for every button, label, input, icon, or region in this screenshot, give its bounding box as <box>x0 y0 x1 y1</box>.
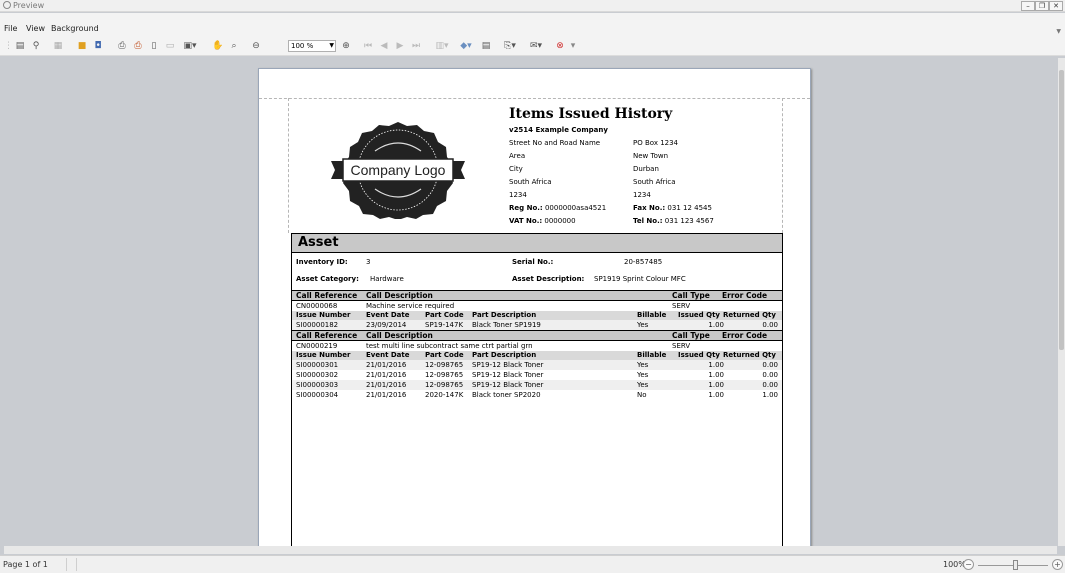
zoom-out-icon[interactable]: ⊖ <box>250 40 262 52</box>
reg-number: Reg No.: 0000000asa4521 <box>509 204 607 212</box>
tel-number: Tel No.: 031 123 4567 <box>633 217 714 225</box>
zoom-out-button[interactable]: − <box>963 559 974 570</box>
printer-icon[interactable]: ⎙ <box>116 40 128 52</box>
call-header: Call Reference Call Description Call Typ… <box>292 330 782 341</box>
category-label: Asset Category: <box>296 275 359 283</box>
inventory-label: Inventory ID: <box>296 258 348 266</box>
save-icon[interactable]: ◘ <box>92 40 104 52</box>
inventory-value: 3 <box>366 258 371 266</box>
description-value: SP1919 Sprint Colour MFC <box>594 275 686 283</box>
status-divider <box>66 558 67 571</box>
binoculars-icon[interactable]: ⚲ <box>30 40 42 52</box>
quick-print-icon[interactable]: ⎙ <box>132 40 144 52</box>
zoom-slider-thumb[interactable] <box>1013 560 1018 570</box>
toc-icon[interactable]: ▤ <box>14 40 26 52</box>
asset-row: Inventory ID: 3 Serial No.: 20-857485 <box>292 253 782 270</box>
first-page-icon[interactable]: ⏮ <box>362 40 374 52</box>
table-row: SI00000301 21/01/2016 12-098765 SP19-12 … <box>292 360 782 370</box>
preview-canvas[interactable]: Company Logo Items Issued History v2514 … <box>4 58 1057 546</box>
description-label: Asset Description: <box>512 275 585 283</box>
title-bar: Preview – ❐ ✕ <box>0 0 1065 12</box>
issue-header: Issue Number Event Date Part Code Part D… <box>292 311 782 320</box>
status-bar: Page 1 of 1 100% − + <box>0 555 1065 573</box>
zoom-in-button[interactable]: + <box>1052 559 1063 570</box>
margin-guide <box>288 98 289 233</box>
folder-open-icon[interactable]: ■ <box>76 40 88 52</box>
table-row: SI00000182 23/09/2014 SP19-147K Black To… <box>292 320 782 330</box>
menu-bar: File View Background <box>0 13 1065 36</box>
address-line: South Africa <box>509 178 552 186</box>
zoom-select[interactable]: 100 % ▼ <box>288 40 336 52</box>
report-title: Items Issued History <box>509 106 673 122</box>
asset-row: Asset Category: Hardware Asset Descripti… <box>292 270 782 287</box>
margin-guide <box>259 98 810 99</box>
last-page-icon[interactable]: ⏭ <box>410 40 422 52</box>
next-page-icon[interactable]: ▶ <box>394 40 406 52</box>
report-page: Company Logo Items Issued History v2514 … <box>258 68 811 546</box>
window-title: Preview <box>3 0 44 12</box>
logo-text: Company Logo <box>351 162 446 178</box>
export-icon[interactable]: ⎘▾ <box>500 40 520 52</box>
call-row: CN0000068 Machine service required SERV <box>296 302 691 310</box>
table-row: SI00000304 21/01/2016 2020-147K Black to… <box>296 391 778 399</box>
call-row: CN0000219 test multi line subcontract sa… <box>296 342 691 350</box>
chevron-down-icon: ▼ <box>329 42 334 49</box>
table-row: SI00000302 21/01/2016 12-098765 SP19-12 … <box>296 371 778 379</box>
multiple-pages-icon[interactable]: ▥▾ <box>432 40 452 52</box>
horizontal-scrollbar[interactable] <box>4 546 1057 554</box>
address-line: City <box>509 165 523 173</box>
thumbnails-icon[interactable]: ▦ <box>52 40 64 52</box>
close-preview-icon[interactable]: ⊗ <box>554 40 566 52</box>
email-icon[interactable]: ✉▾ <box>526 40 546 52</box>
menu-file[interactable]: File <box>4 23 17 35</box>
vat-number: VAT No.: 0000000 <box>509 217 576 225</box>
postal-line: PO Box 1234 <box>633 139 679 147</box>
menu-overflow-icon[interactable]: ▼ <box>1056 28 1061 35</box>
vertical-scrollbar[interactable] <box>1058 58 1065 546</box>
scrollbar-thumb[interactable] <box>1059 70 1064 350</box>
company-logo: Company Logo <box>331 122 465 219</box>
page-indicator: Page 1 of 1 <box>3 560 48 569</box>
table-row: SI00000303 21/01/2016 12-098765 SP19-12 … <box>292 380 782 390</box>
menu-background[interactable]: Background <box>51 23 99 35</box>
page-color-icon[interactable]: ◆▾ <box>456 40 476 52</box>
call-header: Call Reference Call Description Call Typ… <box>292 290 782 301</box>
section-title: Asset <box>292 234 782 253</box>
serial-label: Serial No.: <box>512 258 554 266</box>
address-line: 1234 <box>509 191 527 199</box>
magnifier-icon[interactable]: ⌕ <box>228 40 240 52</box>
address-line: Area <box>509 152 526 160</box>
postal-line: New Town <box>633 152 669 160</box>
toolbar-grip-icon: ⋮ <box>4 41 13 51</box>
page-layout-icon[interactable]: ▣▾ <box>180 40 200 52</box>
page-setup-icon[interactable]: ▯ <box>148 40 160 52</box>
postal-line: Durban <box>633 165 659 173</box>
zoom-in-icon[interactable]: ⊕ <box>340 40 352 52</box>
minimize-button[interactable]: – <box>1021 1 1035 11</box>
status-divider <box>76 558 77 571</box>
address-line: Street No and Road Name <box>509 139 601 147</box>
category-value: Hardware <box>370 275 404 283</box>
menu-view[interactable]: View <box>26 23 45 35</box>
toolbar: ⋮ ▤ ⚲ ▦ ■ ◘ ⎙ ⎙ ▯ ▭ ▣▾ ✋ ⌕ ⊖ 100 % ▼ ⊕ ⏮ … <box>0 36 1065 56</box>
restore-button[interactable]: ❐ <box>1035 1 1049 11</box>
company-name: v2514 Example Company <box>509 126 608 134</box>
serial-value: 20-857485 <box>624 258 663 266</box>
close-window-button[interactable]: ✕ <box>1049 1 1063 11</box>
postal-line: 1234 <box>633 191 651 199</box>
postal-line: South Africa <box>633 178 676 186</box>
watermark-icon[interactable]: ▤ <box>480 40 492 52</box>
scale-icon[interactable]: ▭ <box>164 40 176 52</box>
app-icon <box>3 1 11 9</box>
window-controls: – ❐ ✕ <box>1021 1 1063 11</box>
report-body: Asset Inventory ID: 3 Serial No.: 20-857… <box>291 233 783 546</box>
fax-number: Fax No.: 031 12 4545 <box>633 204 712 212</box>
previous-page-icon[interactable]: ◀ <box>378 40 390 52</box>
hand-tool-icon[interactable]: ✋ <box>212 40 224 52</box>
margin-guide <box>782 98 783 233</box>
toolbar-overflow-icon[interactable]: ▾ <box>568 40 578 52</box>
issue-header: Issue Number Event Date Part Code Part D… <box>292 351 782 360</box>
